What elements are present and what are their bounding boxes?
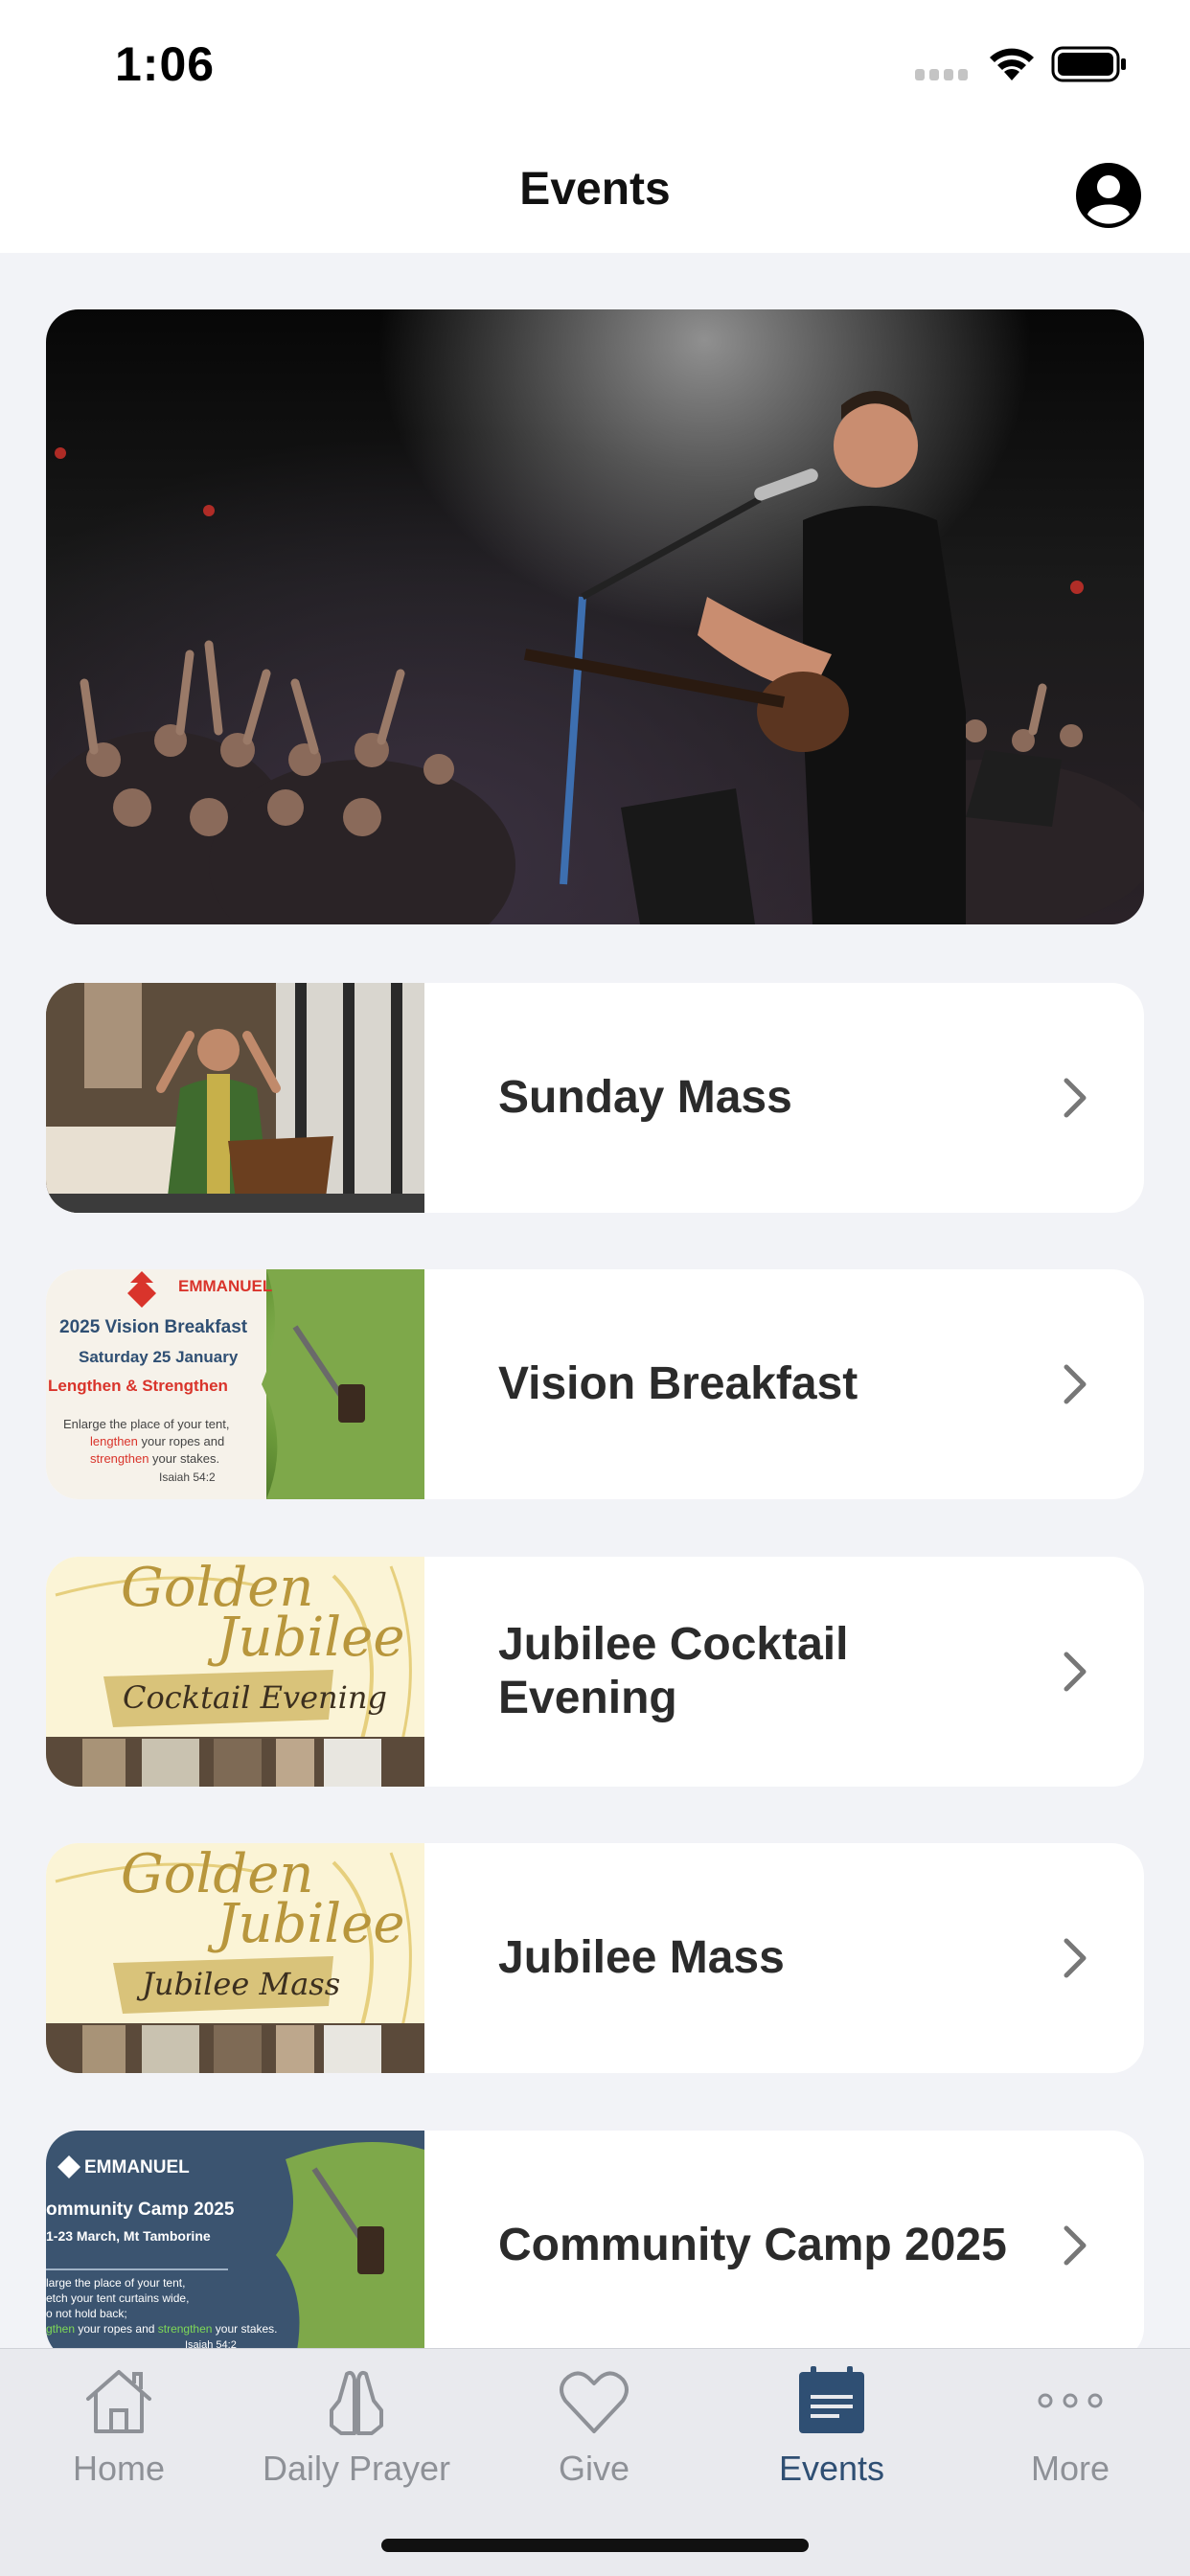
tab-label: Daily Prayer	[262, 2449, 451, 2488]
event-title: Sunday Mass	[498, 1072, 792, 1123]
home-indicator	[381, 2539, 809, 2552]
tab-label: Give	[558, 2449, 630, 2488]
event-title: Vision Breakfast	[498, 1358, 858, 1409]
page-title: Events	[519, 164, 671, 215]
thumb-verse-1: large the place of your tent,	[46, 2276, 186, 2290]
event-thumbnail: Golden Jubilee Cocktail Evening	[46, 1557, 424, 1787]
thumb-verse-3: o not hold back;	[46, 2307, 127, 2320]
thumb-banner: Jubilee Mass	[142, 1966, 341, 2002]
event-title: Jubilee Mass	[498, 1932, 785, 1983]
tab-more[interactable]: More	[950, 2349, 1190, 2512]
thumb-script-2: Jubilee	[217, 1893, 405, 1955]
concert-photo	[46, 391, 1144, 924]
battery-icon	[1051, 46, 1126, 82]
thumb-verse-2: etch your tent curtains wide,	[46, 2291, 190, 2305]
thumb-date: Saturday 25 January	[79, 1348, 239, 1366]
thumb-ref: Isaiah 54:2	[159, 1470, 216, 1484]
thumb-brand: EMMANUEL	[178, 1277, 273, 1295]
praying-hands-icon	[330, 2370, 383, 2435]
calendar-icon	[799, 2366, 864, 2433]
profile-icon[interactable]	[1074, 161, 1143, 230]
chevron-right-icon	[1064, 1078, 1087, 1118]
tab-label: More	[1030, 2449, 1110, 2488]
thumb-verse-2: lengthen your ropes and	[90, 1434, 225, 1448]
heart-icon	[560, 2371, 629, 2433]
event-card-jubilee-mass[interactable]: Golden Jubilee Jubilee Mass Jubilee Mass	[46, 1843, 1144, 2073]
event-thumbnail	[46, 983, 424, 1213]
status-time: 1:06	[115, 37, 216, 91]
more-icon	[1038, 2393, 1103, 2408]
thumb-verse-3: strengthen your stakes.	[90, 1451, 220, 1466]
event-card-community-camp-2025[interactable]: EMMANUEL ommunity Camp 2025 1-23 March, …	[46, 2131, 1144, 2360]
chevron-right-icon	[1064, 1364, 1087, 1404]
thumb-tagline: Lengthen & Strengthen	[48, 1377, 228, 1395]
event-thumbnail: EMMANUEL ommunity Camp 2025 1-23 March, …	[46, 2131, 424, 2360]
cellular-signal-icon	[915, 69, 968, 80]
event-card-jubilee-cocktail-evening[interactable]: Golden Jubilee Cocktail Evening Jubilee …	[46, 1557, 1144, 1787]
thumb-heading: 2025 Vision Breakfast	[59, 1317, 248, 1337]
chevron-right-icon	[1064, 1652, 1087, 1692]
event-card-vision-breakfast[interactable]: EMMANUEL 2025 Vision Breakfast Saturday …	[46, 1269, 1144, 1499]
tab-label: Events	[778, 2449, 885, 2488]
tab-daily-prayer[interactable]: Daily Prayer	[238, 2349, 475, 2512]
tab-give[interactable]: Give	[475, 2349, 713, 2512]
event-thumbnail: EMMANUEL 2025 Vision Breakfast Saturday …	[46, 1269, 424, 1499]
thumb-banner: Cocktail Evening	[123, 1679, 387, 1716]
event-card-sunday-mass[interactable]: Sunday Mass	[46, 983, 1144, 1213]
navigation-bar: Events	[0, 128, 1190, 253]
tab-events[interactable]: Events	[713, 2349, 950, 2512]
wifi-icon	[990, 48, 1034, 80]
event-thumbnail: Golden Jubilee Jubilee Mass	[46, 1843, 424, 2073]
thumb-verse-4: gthen your ropes and strengthen your sta…	[46, 2322, 278, 2336]
chevron-right-icon	[1064, 1938, 1087, 1978]
event-title: Jubilee Cocktail Evening	[498, 1619, 849, 1723]
home-icon	[86, 2370, 151, 2433]
thumb-date: 1-23 March, Mt Tamborine	[46, 2228, 211, 2244]
thumb-script-2: Jubilee	[217, 1607, 405, 1669]
tab-label: Home	[72, 2449, 166, 2488]
hero-banner-image[interactable]	[46, 309, 1144, 924]
thumb-brand: EMMANUEL	[84, 2157, 190, 2177]
status-bar: 1:06	[0, 0, 1190, 128]
thumb-heading: ommunity Camp 2025	[46, 2200, 235, 2220]
chevron-right-icon	[1064, 2225, 1087, 2266]
tab-home[interactable]: Home	[0, 2349, 238, 2512]
thumb-verse-1: Enlarge the place of your tent,	[63, 1417, 230, 1431]
event-title: Community Camp 2025	[498, 2220, 1007, 2270]
